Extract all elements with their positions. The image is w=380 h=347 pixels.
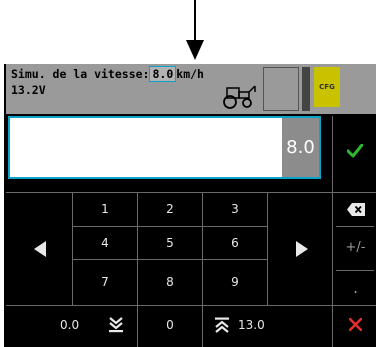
tractor-icon (223, 85, 256, 109)
key-8[interactable]: 8 (138, 267, 202, 297)
cancel-button[interactable] (336, 308, 374, 344)
right-column-divider (332, 116, 333, 347)
header-slot (263, 67, 299, 111)
value-input-field[interactable] (8, 116, 321, 179)
cursor-left-button[interactable] (6, 192, 72, 305)
checkmark-icon (347, 144, 363, 158)
max-value-label: 13.0 (238, 318, 265, 332)
side-key-divider (336, 270, 374, 271)
key-9[interactable]: 9 (203, 267, 267, 297)
confirm-button[interactable] (333, 116, 376, 191)
double-down-chevron-icon (109, 317, 123, 333)
decimal-button[interactable]: . (334, 278, 377, 298)
key-6[interactable]: 6 (203, 228, 267, 258)
cfg-button[interactable]: CFG (314, 67, 340, 107)
plus-minus-button[interactable]: +/- (334, 238, 377, 258)
side-key-divider (336, 226, 374, 227)
speed-value: 8.0 (149, 66, 177, 82)
right-arrow-icon (296, 241, 308, 257)
set-min-button[interactable] (104, 311, 134, 343)
input-value: 8.0 (282, 118, 319, 177)
down-arrow-icon (186, 40, 204, 60)
key-4[interactable]: 4 (73, 228, 137, 258)
key-2[interactable]: 2 (138, 194, 202, 224)
speed-unit: km/h (176, 67, 204, 81)
left-arrow-icon (34, 241, 46, 257)
keypad-row-divider (72, 226, 268, 227)
speed-simulation-label: Simu. de la vitesse: 8.0 km/h (11, 66, 204, 82)
min-value-label: 0.0 (60, 318, 80, 332)
double-up-chevron-icon (215, 317, 229, 333)
backspace-icon (347, 203, 365, 216)
key-5[interactable]: 5 (138, 228, 202, 258)
keypad-row-divider (72, 259, 268, 260)
pointer-arrow-shaft (194, 0, 196, 40)
cursor-right-button[interactable] (268, 192, 332, 305)
cancel-x-icon (349, 318, 362, 331)
key-3[interactable]: 3 (203, 194, 267, 224)
key-7[interactable]: 7 (73, 267, 137, 297)
speed-label-text: Simu. de la vitesse: (11, 67, 150, 81)
header-slot-dark (302, 67, 310, 111)
keypad-bottom-divider (6, 305, 376, 306)
voltage-readout: 13.2V (11, 83, 46, 97)
key-1[interactable]: 1 (73, 194, 137, 224)
backspace-button[interactable] (336, 196, 374, 224)
key-0[interactable]: 0 (138, 318, 202, 332)
